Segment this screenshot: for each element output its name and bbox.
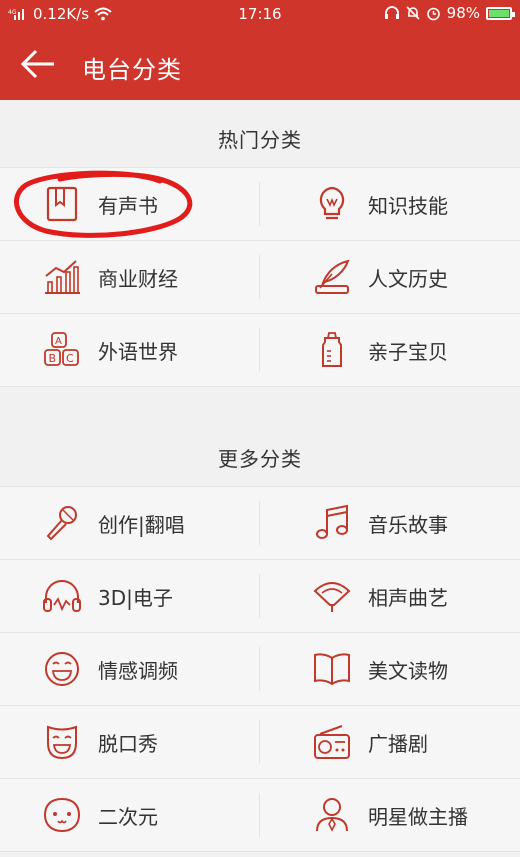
mute-bell-icon — [406, 6, 420, 20]
abc-blocks-icon: AB C — [44, 332, 79, 366]
more-category-grid: 创作|翻唱 音乐故事 3D|电子 相声曲艺 情感调频 美文读物 脱口秀 广播剧 … — [0, 486, 520, 852]
category-row: 创作|翻唱 音乐故事 — [0, 486, 520, 559]
category-row: 二次元 明星做主播 — [0, 778, 520, 852]
more-section-title: 更多分类 — [218, 447, 302, 471]
microphone-icon — [46, 506, 77, 541]
category-label: 音乐故事 — [368, 513, 448, 537]
category-row: 情感调频 美文读物 — [0, 632, 520, 705]
category-crosstalk[interactable]: 相声曲艺 — [260, 560, 520, 632]
fan-icon — [313, 582, 351, 612]
category-radio-drama[interactable]: 广播剧 — [260, 706, 520, 778]
category-label: 创作|翻唱 — [98, 513, 185, 537]
category-row: ABC 外语世界 亲子宝贝 — [0, 313, 520, 387]
category-anime[interactable]: 二次元 — [0, 779, 260, 851]
category-row: 商业财经 人文历史 — [0, 240, 520, 313]
star-person-icon — [316, 798, 348, 832]
category-knowledge[interactable]: 知识技能 — [260, 168, 520, 240]
back-arrow-icon[interactable] — [18, 46, 58, 82]
category-business[interactable]: 商业财经 — [0, 241, 260, 313]
category-label: 二次元 — [98, 805, 158, 829]
category-row: 脱口秀 广播剧 — [0, 705, 520, 778]
category-talk-show[interactable]: 脱口秀 — [0, 706, 260, 778]
page-title: 电台分类 — [82, 56, 182, 84]
category-label: 人文历史 — [368, 267, 448, 291]
category-celebrity-host[interactable]: 明星做主播 — [260, 779, 520, 851]
app-header: 电台分类 — [0, 28, 520, 100]
alarm-icon — [426, 7, 440, 20]
radio-icon — [314, 725, 350, 759]
chart-icon — [45, 260, 80, 294]
category-label: 外语世界 — [98, 340, 178, 364]
category-emotion[interactable]: 情感调频 — [0, 633, 260, 705]
headphones-icon — [43, 580, 81, 612]
hot-section-title: 热门分类 — [218, 128, 302, 152]
lightbulb-icon — [319, 186, 345, 220]
category-label: 3D|电子 — [98, 586, 173, 610]
category-label: 美文读物 — [368, 659, 448, 683]
category-row: 3D|电子 相声曲艺 — [0, 559, 520, 632]
category-electronic[interactable]: 3D|电子 — [0, 560, 260, 632]
baby-bottle-icon — [322, 332, 342, 367]
category-label: 商业财经 — [98, 267, 178, 291]
battery-percent: 98% — [446, 4, 480, 22]
svg-text:A: A — [55, 336, 62, 347]
smiley-icon — [45, 652, 79, 686]
category-humanities[interactable]: 人文历史 — [260, 241, 520, 313]
category-music-stories[interactable]: 音乐故事 — [260, 487, 520, 559]
category-parenting[interactable]: 亲子宝贝 — [260, 314, 520, 386]
svg-text:B: B — [49, 352, 57, 365]
cute-face-icon — [43, 797, 81, 833]
headset-icon — [384, 6, 399, 19]
annotation-circle — [14, 170, 193, 238]
mask-icon — [47, 725, 77, 760]
status-bar: 4G 0.12K/s 17:16 98% — [0, 0, 520, 28]
clock: 17:16 — [238, 5, 282, 23]
battery-icon — [486, 6, 515, 20]
category-label: 情感调频 — [98, 659, 178, 683]
category-essays[interactable]: 美文读物 — [260, 633, 520, 705]
category-label: 相声曲艺 — [368, 586, 448, 610]
quill-books-icon — [315, 259, 350, 294]
category-label: 明星做主播 — [368, 805, 468, 829]
music-note-icon — [316, 504, 348, 539]
category-label: 广播剧 — [368, 732, 428, 756]
category-label: 知识技能 — [368, 194, 448, 218]
svg-text:C: C — [66, 352, 74, 365]
category-label: 亲子宝贝 — [368, 340, 448, 364]
open-book-icon — [314, 653, 350, 686]
category-label: 脱口秀 — [98, 732, 158, 756]
category-cover-songs[interactable]: 创作|翻唱 — [0, 487, 260, 559]
category-language[interactable]: ABC 外语世界 — [0, 314, 260, 386]
